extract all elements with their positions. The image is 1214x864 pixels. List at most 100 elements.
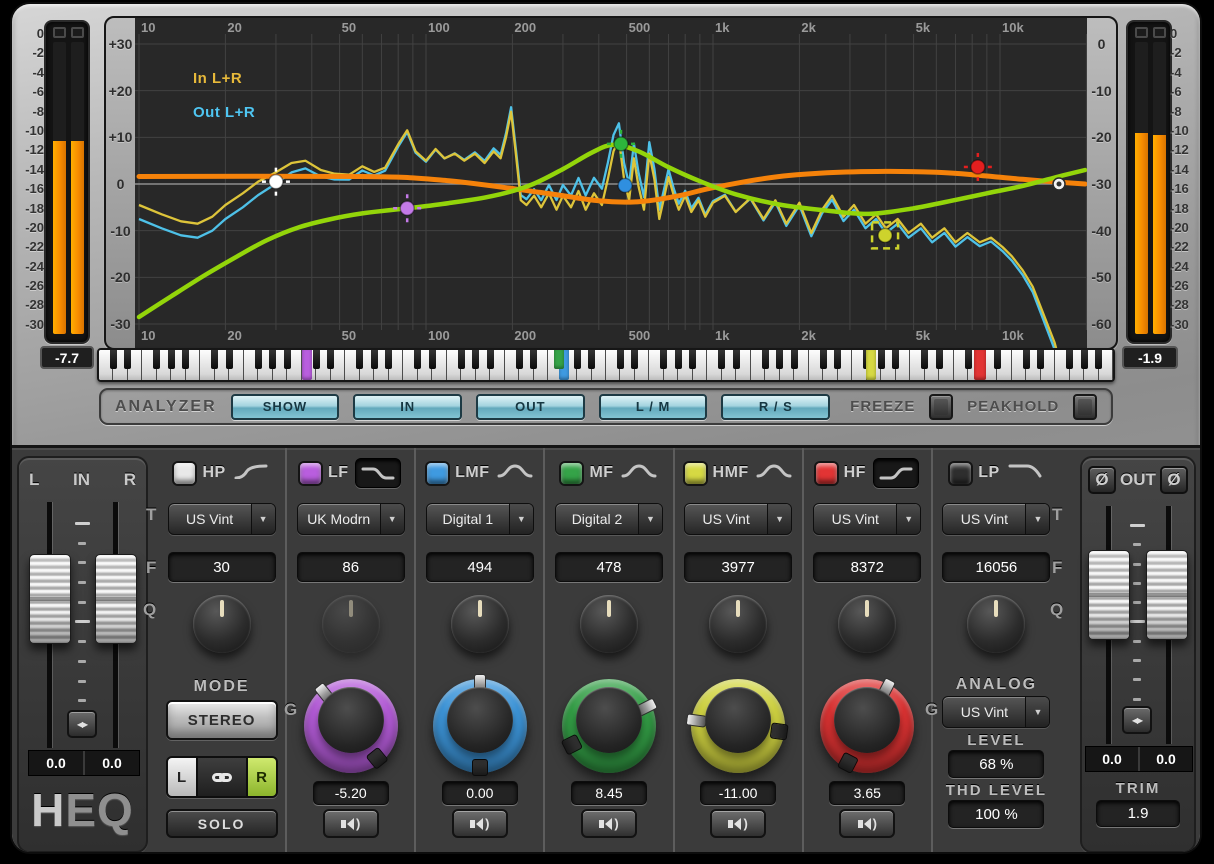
analog-level-value[interactable]: 68 %	[948, 750, 1044, 778]
band-gain-value[interactable]: 8.45	[571, 781, 647, 805]
band-color-swatch[interactable]	[174, 463, 195, 484]
band-gain-value[interactable]: -11.00	[700, 781, 776, 805]
band-gain-knob[interactable]	[433, 679, 527, 773]
trim-value[interactable]: 1.9	[1096, 800, 1180, 827]
piano-key-black[interactable]	[458, 350, 465, 369]
band-type-dropdown[interactable]: US Vint▼	[168, 503, 276, 535]
piano-keyboard[interactable]	[97, 348, 1115, 382]
analyzer-rs-button[interactable]: R / S	[721, 394, 830, 420]
filter-shape-button[interactable]	[1007, 463, 1043, 484]
piano-key-black[interactable]	[776, 350, 783, 369]
band-audition-button[interactable]: )	[581, 809, 637, 838]
piano-key-black[interactable]	[733, 350, 740, 369]
channel-right-button[interactable]: R	[248, 758, 276, 796]
output-phase-button-r[interactable]: Ø	[1160, 466, 1188, 494]
solo-button[interactable]: SOLO	[166, 809, 278, 838]
band-type-dropdown[interactable]: Digital 2▼	[555, 503, 663, 535]
band-frequency-value[interactable]: 3977	[684, 552, 792, 582]
filter-shape-button[interactable]	[873, 458, 919, 488]
piano-key-black[interactable]	[269, 350, 276, 369]
band-frequency-value[interactable]: 478	[555, 552, 663, 582]
band-gain-knob[interactable]	[562, 679, 656, 773]
piano-key-black[interactable]	[936, 350, 943, 369]
input-fader-handle-r[interactable]	[95, 554, 137, 644]
piano-key-black[interactable]	[965, 350, 972, 369]
band-audition-button[interactable]: )	[839, 809, 895, 838]
piano-key-black[interactable]	[921, 350, 928, 369]
piano-key-black[interactable]	[153, 350, 160, 369]
band-frequency-value[interactable]: 494	[426, 552, 534, 582]
filter-shape-button[interactable]	[355, 458, 401, 488]
analyzer-out-button[interactable]: OUT	[476, 394, 585, 420]
piano-key-black[interactable]	[414, 350, 421, 369]
band-gain-value[interactable]: -5.20	[313, 781, 389, 805]
output-gain-value-r[interactable]: 0.0	[1138, 747, 1192, 771]
piano-key-black[interactable]	[429, 350, 436, 369]
band-audition-button[interactable]: )	[452, 809, 508, 838]
piano-key-black[interactable]	[211, 350, 218, 369]
piano-key-black[interactable]	[226, 350, 233, 369]
band-color-swatch[interactable]	[816, 463, 837, 484]
piano-key-black[interactable]	[110, 350, 117, 369]
band-control-point-lp[interactable]	[1053, 178, 1065, 190]
band-color-swatch[interactable]	[950, 463, 971, 484]
analog-type-dropdown[interactable]: US Vint▼	[942, 696, 1050, 728]
stereo-mode-button[interactable]: STEREO	[166, 700, 278, 740]
piano-key-black[interactable]	[124, 350, 131, 369]
piano-key-black[interactable]	[472, 350, 479, 369]
band-key-marker-hf[interactable]	[974, 350, 986, 380]
piano-key-black[interactable]	[994, 350, 1001, 369]
band-q-knob[interactable]	[451, 595, 509, 653]
piano-key-black[interactable]	[530, 350, 537, 369]
channel-link-button[interactable]	[196, 758, 248, 796]
piano-key-black[interactable]	[284, 350, 291, 369]
output-phase-button-l[interactable]: Ø	[1088, 466, 1116, 494]
piano-key-black[interactable]	[356, 350, 363, 369]
output-fader-handle-r[interactable]	[1146, 550, 1188, 640]
piano-key-black[interactable]	[617, 350, 624, 369]
filter-shape-button[interactable]	[233, 463, 269, 484]
band-color-swatch[interactable]	[685, 463, 706, 484]
band-type-dropdown[interactable]: Digital 1▼	[426, 503, 534, 535]
piano-key-black[interactable]	[791, 350, 798, 369]
band-gain-knob[interactable]	[691, 679, 785, 773]
piano-key-black[interactable]	[255, 350, 262, 369]
band-q-knob[interactable]	[709, 595, 767, 653]
band-frequency-value[interactable]: 8372	[813, 552, 921, 582]
band-color-swatch[interactable]	[427, 463, 448, 484]
input-gain-value-l[interactable]: 0.0	[29, 751, 83, 775]
band-gain-value[interactable]: 3.65	[829, 781, 905, 805]
band-q-knob[interactable]	[967, 595, 1025, 653]
piano-key-black[interactable]	[675, 350, 682, 369]
band-frequency-value[interactable]: 86	[297, 552, 405, 582]
band-color-swatch[interactable]	[300, 463, 321, 484]
band-key-marker-hmf[interactable]	[866, 350, 876, 380]
piano-key-black[interactable]	[182, 350, 189, 369]
piano-key-black[interactable]	[834, 350, 841, 369]
piano-key-black[interactable]	[168, 350, 175, 369]
piano-key-black[interactable]	[631, 350, 638, 369]
analyzer-show-button[interactable]: SHOW	[231, 394, 340, 420]
piano-key-black[interactable]	[313, 350, 320, 369]
band-type-dropdown[interactable]: UK Modrn▼	[297, 503, 405, 535]
piano-key-black[interactable]	[371, 350, 378, 369]
piano-key-black[interactable]	[878, 350, 885, 369]
band-q-knob[interactable]	[322, 595, 380, 653]
piano-key-black[interactable]	[1095, 350, 1102, 369]
eq-plot-area[interactable]: 1010202050501001002002005005001k1k2k2k5k…	[135, 18, 1087, 348]
piano-key-black[interactable]	[660, 350, 667, 369]
piano-key-black[interactable]	[574, 350, 581, 369]
piano-key-black[interactable]	[762, 350, 769, 369]
band-gain-knob[interactable]	[304, 679, 398, 773]
piano-key-black[interactable]	[487, 350, 494, 369]
band-key-marker-mf[interactable]	[554, 350, 564, 369]
input-gain-value-r[interactable]: 0.0	[83, 751, 139, 775]
filter-shape-button[interactable]	[497, 463, 533, 484]
band-type-dropdown[interactable]: US Vint▼	[942, 503, 1050, 535]
piano-key-black[interactable]	[892, 350, 899, 369]
channel-left-button[interactable]: L	[168, 758, 196, 796]
piano-key-black[interactable]	[1037, 350, 1044, 369]
piano-key-black[interactable]	[588, 350, 595, 369]
piano-key-black[interactable]	[718, 350, 725, 369]
output-gain-value-l[interactable]: 0.0	[1086, 747, 1138, 771]
